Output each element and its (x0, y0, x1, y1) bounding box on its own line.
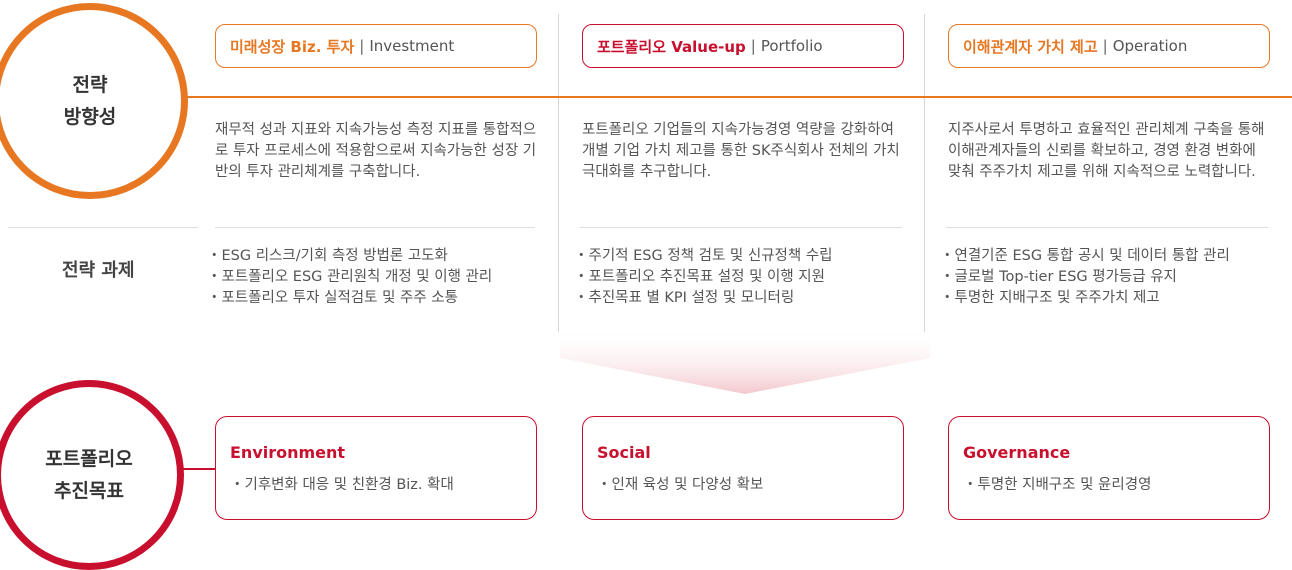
column-divider-2 (924, 14, 925, 332)
header-separator: | (1102, 37, 1108, 55)
goal-social: Social 인재 육성 및 다양성 확보 (582, 416, 904, 520)
header-main: 미래성장 Biz. 투자 (230, 37, 355, 56)
header-separator: | (359, 37, 365, 55)
header-separator: | (750, 37, 756, 55)
task-item: 포트폴리오 투자 실적검토 및 주주 소통 (207, 288, 492, 309)
header-main: 포트폴리오 Value-up (597, 37, 746, 56)
portfolio-goals-circle: 포트폴리오 추진목표 (0, 380, 184, 570)
header-english: Investment (369, 37, 455, 55)
strategy-direction-label: 전략 방향성 (63, 74, 117, 128)
header-portfolio: 포트폴리오 Value-up | Portfolio (582, 24, 904, 68)
operation-description: 지주사로서 투명하고 효율적인 관리체계 구축을 통해 이해관계자들의 신뢰를 … (948, 122, 1265, 180)
funnel-arrow (560, 328, 930, 394)
investment-description: 재무적 성과 지표와 지속가능성 측정 지표를 통합적으로 투자 프로세스에 적… (215, 122, 537, 180)
task-item: 포트폴리오 추진목표 설정 및 이행 지원 (574, 267, 833, 288)
column-divider-1 (558, 14, 559, 332)
portfolio-goals-label: 포트폴리오 추진목표 (45, 448, 133, 502)
task-item: 투명한 지배구조 및 주주가치 제고 (940, 288, 1230, 309)
portfolio-task-list: 주기적 ESG 정책 검토 및 신규정책 수립 포트폴리오 추진목표 설정 및 … (574, 246, 833, 309)
strategy-divider-line (150, 96, 1292, 98)
goal-governance: Governance 투명한 지배구조 및 윤리경영 (948, 416, 1270, 520)
section-separator (215, 227, 535, 228)
task-item: 글로벌 Top-tier ESG 평가등급 유지 (940, 267, 1230, 288)
header-operation: 이해관계자 가치 제고 | Operation (948, 24, 1270, 68)
task-item: 주기적 ESG 정책 검토 및 신규정책 수립 (574, 246, 833, 267)
goal-title: Governance (963, 443, 1071, 462)
task-item: 추진목표 별 KPI 설정 및 모니터링 (574, 288, 833, 309)
section-separator (946, 227, 1268, 228)
task-item: ESG 리스크/기회 측정 방법론 고도화 (207, 246, 492, 267)
goal-environment: Environment 기후변화 대응 및 친환경 Biz. 확대 (215, 416, 537, 520)
portfolio-description: 포트폴리오 기업들의 지속가능경영 역량을 강화하여 개별 기업 가치 제고를 … (582, 122, 900, 180)
investment-task-list: ESG 리스크/기회 측정 방법론 고도화 포트폴리오 ESG 관리원칙 개정 … (207, 246, 493, 309)
section-separator (580, 227, 902, 228)
goal-item: 기후변화 대응 및 친환경 Biz. 확대 (230, 473, 454, 494)
goal-item: 투명한 지배구조 및 윤리경영 (963, 473, 1152, 494)
section-separator (8, 227, 198, 228)
header-main: 이해관계자 가치 제고 (963, 37, 1098, 56)
strategy-direction-circle: 전략 방향성 (0, 3, 188, 199)
goal-title: Environment (230, 443, 346, 462)
strategic-tasks-label: 전략 과제 (62, 260, 135, 281)
goal-item: 인재 육성 및 다양성 확보 (597, 473, 764, 494)
header-english: Portfolio (760, 37, 823, 55)
operation-task-list: 연결기준 ESG 통합 공시 및 데이터 통합 관리 글로벌 Top-tier … (940, 246, 1230, 309)
goal-title: Social (597, 443, 651, 462)
header-english: Operation (1112, 37, 1188, 55)
task-item: 포트폴리오 ESG 관리원칙 개정 및 이행 관리 (207, 267, 493, 288)
task-item: 연결기준 ESG 통합 공시 및 데이터 통합 관리 (940, 246, 1230, 267)
header-investment: 미래성장 Biz. 투자 | Investment (215, 24, 537, 68)
